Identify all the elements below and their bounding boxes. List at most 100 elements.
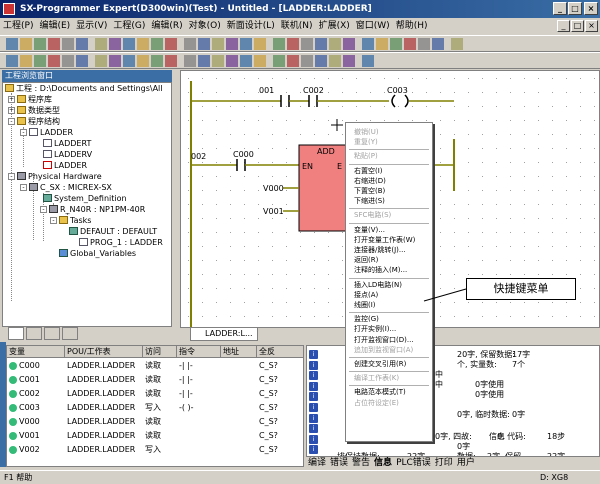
setting-icon[interactable] xyxy=(301,55,313,67)
table-cell[interactable]: LADDER.LADDER xyxy=(67,416,141,428)
grid-icon[interactable] xyxy=(315,38,327,50)
menu-object[interactable]: 对象(O) xyxy=(186,18,224,35)
context-menu-item[interactable]: 重复(Y) xyxy=(354,138,378,146)
tree-item-tasks[interactable]: Tasks xyxy=(59,215,91,226)
table-cell[interactable] xyxy=(179,416,219,428)
context-menu-item[interactable]: 打开实例(I)... xyxy=(354,325,396,333)
context-menu-item[interactable]: 线圈(I) xyxy=(354,301,376,309)
chart-icon[interactable] xyxy=(418,38,430,50)
minimize-button[interactable]: _ xyxy=(553,2,567,15)
compile-icon[interactable] xyxy=(184,38,196,50)
column-header[interactable]: 全反 xyxy=(257,346,303,358)
link-icon[interactable] xyxy=(390,38,402,50)
tree-root[interactable]: 工程 : D:\Documents and Settings\All xyxy=(5,83,163,94)
context-menu-item[interactable]: 右缩进(D) xyxy=(354,177,386,185)
output-tab[interactable]: 错误 xyxy=(328,457,350,469)
download-icon[interactable] xyxy=(198,38,210,50)
table-cell[interactable]: C_S? xyxy=(259,388,303,400)
table-cell[interactable]: 读取 xyxy=(145,360,175,372)
tree-item-config[interactable]: C_SX : MICREX-SX xyxy=(29,182,112,193)
reset-icon[interactable] xyxy=(198,55,210,67)
context-menu-item[interactable]: 右置空(I) xyxy=(354,167,383,175)
mdi-close-button[interactable]: × xyxy=(585,20,598,32)
context-menu-item[interactable]: 创建交叉引用(R) xyxy=(354,360,406,368)
table-cell[interactable]: C_S? xyxy=(259,402,303,414)
list-icon[interactable] xyxy=(329,55,341,67)
close-button[interactable]: × xyxy=(584,2,598,15)
window-icon[interactable] xyxy=(287,38,299,50)
tree-item-laddert[interactable]: LADDERT xyxy=(43,138,91,149)
context-menu-item[interactable]: SFC电路(S) xyxy=(354,211,391,219)
output-tab[interactable]: 信息 xyxy=(372,457,394,469)
menu-project2[interactable]: 工程(G) xyxy=(110,18,148,35)
tab-ladder[interactable]: LADDER:L... xyxy=(190,328,258,341)
context-menu-item[interactable]: 编译工作表(K) xyxy=(354,374,399,382)
table-cell[interactable] xyxy=(223,374,255,386)
context-menu-item[interactable]: 下缩进(S) xyxy=(354,197,385,205)
context-menu-item[interactable]: 注释的插入(M)... xyxy=(354,266,407,274)
menu-edit[interactable]: 编辑(E) xyxy=(36,18,73,35)
find-icon[interactable] xyxy=(62,55,74,67)
table-cell[interactable] xyxy=(179,444,219,456)
lock-icon[interactable] xyxy=(329,38,341,50)
context-menu-item[interactable]: 下置空(B) xyxy=(354,187,385,195)
print-icon[interactable] xyxy=(48,38,60,50)
table-cell[interactable]: 写入 xyxy=(145,402,175,414)
collapse-icon[interactable]: - xyxy=(40,206,47,213)
table-cell[interactable] xyxy=(179,430,219,442)
table-cell[interactable]: LADDER.LADDER xyxy=(67,402,141,414)
table-cell[interactable]: C_S? xyxy=(259,374,303,386)
unlock-icon[interactable] xyxy=(273,55,285,67)
var-icon[interactable] xyxy=(432,38,444,50)
redo-icon[interactable] xyxy=(48,55,60,67)
compile-icon[interactable] xyxy=(109,55,121,67)
menu-view[interactable]: 显示(V) xyxy=(73,18,110,35)
context-menu-item[interactable]: 撤销(U) xyxy=(354,128,379,136)
context-menu-item[interactable]: 插入LD电路(N) xyxy=(354,281,402,289)
table-cell[interactable]: C003 xyxy=(19,402,73,414)
menu-online[interactable]: 联机(N) xyxy=(278,18,316,35)
column-header[interactable]: 地址 xyxy=(221,346,257,358)
output-tab[interactable]: 用户 xyxy=(455,457,477,469)
context-menu-item[interactable]: 接点(A) xyxy=(354,291,378,299)
collapse-icon[interactable]: - xyxy=(20,129,27,136)
table-cell[interactable] xyxy=(223,360,255,372)
menu-extend[interactable]: 扩展(X) xyxy=(316,18,353,35)
reset-icon[interactable] xyxy=(273,38,285,50)
tree-item-program-structure[interactable]: 程序结构 xyxy=(17,116,60,127)
zoom-out-icon[interactable] xyxy=(165,38,177,50)
tab-hardware-icon[interactable] xyxy=(62,327,78,340)
collapse-icon[interactable]: - xyxy=(20,184,27,191)
cross-reference-table[interactable]: 变量 POU/工作表 访问 指令 地址 全反 C000 LADDER.LADDER 读取 -| |… xyxy=(6,345,304,467)
table-cell[interactable]: V002 xyxy=(19,444,73,456)
online-icon[interactable] xyxy=(151,55,163,67)
paste-icon[interactable] xyxy=(95,38,107,50)
list-icon[interactable] xyxy=(404,38,416,50)
window-icon[interactable] xyxy=(212,55,224,67)
mdi-maximize-button[interactable]: □ xyxy=(571,20,584,32)
tree-item-system-definition[interactable]: System_Definition xyxy=(43,193,127,204)
tab-library-icon[interactable] xyxy=(26,327,42,340)
zoom-in-icon[interactable] xyxy=(76,55,88,67)
context-menu-item[interactable]: 连接器/跳转(J)... xyxy=(354,246,406,254)
stop-icon[interactable] xyxy=(165,55,177,67)
context-menu-item[interactable]: 占位符设定(E) xyxy=(354,399,399,407)
mdi-minimize-button[interactable]: _ xyxy=(557,20,570,32)
menu-help[interactable]: 帮助(H) xyxy=(393,18,431,35)
var-icon[interactable] xyxy=(362,55,374,67)
output-tab[interactable]: 打印 xyxy=(433,457,455,469)
tab-project-tree-icon[interactable] xyxy=(8,327,24,340)
collapse-icon[interactable]: - xyxy=(8,173,15,180)
output-tab[interactable]: 警告 xyxy=(350,457,372,469)
table-cell[interactable]: LADDER.LADDER xyxy=(67,374,141,386)
context-menu-item[interactable]: 粘贴(P) xyxy=(354,152,378,160)
help-icon[interactable] xyxy=(226,55,238,67)
find-icon[interactable] xyxy=(137,38,149,50)
table-cell[interactable]: V000 xyxy=(19,416,73,428)
run-icon[interactable] xyxy=(184,55,196,67)
undo-icon[interactable] xyxy=(34,55,46,67)
table-cell[interactable]: 读取 xyxy=(145,430,175,442)
expand-icon[interactable]: + xyxy=(8,107,15,114)
context-menu-item[interactable]: 追加到监视窗口(A) xyxy=(354,346,413,354)
table-cell[interactable]: 读取 xyxy=(145,388,175,400)
